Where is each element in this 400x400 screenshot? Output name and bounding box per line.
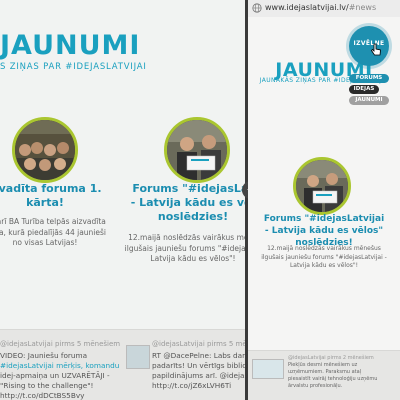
mobile-content: JAUNUMI JAUNĀKĀS ZIŅAS PAR #IDEJASLATVIJ… [248, 17, 400, 400]
globe-icon [252, 3, 262, 13]
tweet-meta: @idejasLatvijai pirms 5 mēnešiem [0, 340, 121, 348]
article-summary-line: bruārī BA Turība telpās aizvadīta [0, 217, 106, 226]
article-title[interactable]: izvadīta foruma 1. kārta! [0, 182, 110, 210]
page-subtitle: S ZIŅAS PAR #IDEJASLATVIJAI [0, 62, 147, 72]
menu-item-news[interactable]: JAUNUMI [349, 96, 389, 105]
menu-item-forums[interactable]: FORUMS [349, 74, 389, 83]
tweet-text: VIDEO: Jauniešu foruma #idejasLatvijai m… [0, 351, 119, 400]
article-title-line: - Latvija kādu es vēlos" [264, 226, 384, 236]
tweet-meta: @idejasLatvijai pirms 2 mēnešiem [288, 355, 374, 361]
tweet-line: "Rising to the challenge"! [0, 381, 94, 390]
article-photo-forum-round-1[interactable] [12, 117, 78, 183]
article-photo-forum-closed[interactable] [293, 157, 351, 215]
article-title-line: Forums "#idejasLatvijai [263, 214, 385, 224]
tweet-line: RT @DacePelne: Labs dar [152, 351, 245, 360]
article-summary-line: ilgušais jauniešu forums "#idejasLatvija… [261, 253, 387, 261]
article-summary-line: 12.maijā noslēdzās vairākus mēnešus [267, 245, 381, 252]
twitter-feed: @idejasLatvijai pirms 5 mēnešiem VIDEO: … [0, 329, 245, 400]
tweet-text: @idejasLatvijai pirms 2 mēnešiem Piekļūs… [288, 355, 398, 390]
article-title[interactable]: Forums "#idejasLatvijai - Latvija kādu e… [252, 213, 396, 249]
tweet-text: RT @DacePelne: Labs dar padarīts! Un vēr… [152, 351, 245, 391]
menu-button-label: IZVĒLNE [353, 40, 385, 47]
url-text[interactable]: www.idejaslatvijai.lv/#news [265, 3, 376, 12]
twitter-feed: @idejasLatvijai pirms 2 mēnešiem Piekļūs… [248, 350, 400, 400]
article-summary-line: no visas Latvijas! [12, 238, 78, 247]
page-title: JAUNUMI [0, 30, 141, 61]
desktop-page: JAUNUMI S ZIŅAS PAR #IDEJASLATVIJAI izva… [0, 0, 245, 400]
article-title-line: noslēdzies! [157, 210, 229, 223]
tweet-line: ārvalstu profesionāļu. [288, 383, 343, 389]
url-hash: #news [348, 3, 377, 12]
article-summary: 12.maijā noslēdzās vairākus mēne ilgušai… [118, 233, 245, 265]
article-title-line: izvadīta foruma 1. [0, 182, 102, 195]
article-title[interactable]: Forums "#idejasLat - Latvija kādu es vēl… [118, 182, 245, 224]
article-title-line: - Latvija kādu es vēl [130, 196, 245, 209]
tweet-line: Piekļūs desmi mēnešiem uz [288, 362, 358, 368]
article-photo-forum-closed[interactable] [164, 117, 230, 183]
tweet-line: piesaistīt vairāj tehnoloģiju uzņēmu [288, 376, 378, 382]
mobile-preview: www.idejaslatvijai.lv/#news JAUNUMI JAUN… [248, 0, 400, 400]
tweet-line: papildinājums arī. @idejasL [152, 371, 245, 380]
tweet-meta: @idejasLatvijai pirms 5 mēneš [152, 340, 245, 348]
address-bar[interactable]: www.idejaslatvijai.lv/#news [248, 0, 400, 18]
tweet-line: idej-apmaiņa un UZVARĒTĀJI - [0, 371, 110, 380]
tweet-image-thumbnail[interactable] [126, 345, 150, 369]
article-summary-line: Latvija kādu es vēlos"! [289, 262, 359, 269]
article-title-line: Forums "#idejasLat [132, 182, 245, 195]
article-summary-line: kārta, kurā piedalījās 44 jaunieši [0, 227, 106, 237]
tweet-line: uzņēmumiem. Paraksmu ataļ [288, 369, 362, 375]
hand-cursor-icon [370, 43, 381, 56]
article-summary-line: 12.maijā noslēdzās vairākus mēne [128, 233, 245, 242]
menu-button[interactable]: IZVĒLNE [349, 26, 389, 66]
article-summary-line: ilgušais jauniešu forums "#idejasLat [124, 243, 245, 253]
menu-item-ideas[interactable]: IDEJAS [349, 85, 379, 94]
tweet-image-thumbnail[interactable] [252, 359, 284, 379]
article-summary: 12.maijā noslēdzās vairākus mēnešus ilgu… [252, 245, 396, 271]
tweet-line: VIDEO: Jauniešu foruma [0, 351, 88, 360]
tweet-line: padarīts! Un vērtīgs biblio [152, 361, 245, 370]
url-host: www.idejaslatvijai.lv/ [265, 3, 349, 12]
tweet-line[interactable]: #idejasLatvijai mērķis, komandu [0, 361, 119, 371]
tweet-link[interactable]: http://t.co/dDCtBS5Bvy [0, 391, 119, 400]
tweet-link[interactable]: http://t.co/jZ6xLVH6Ti [152, 381, 245, 391]
article-summary-line: Latvija kādu es vēlos"! [150, 254, 236, 263]
article-title-line: kārta! [26, 196, 64, 209]
article-summary: bruārī BA Turība telpās aizvadīta kārta,… [0, 217, 110, 249]
